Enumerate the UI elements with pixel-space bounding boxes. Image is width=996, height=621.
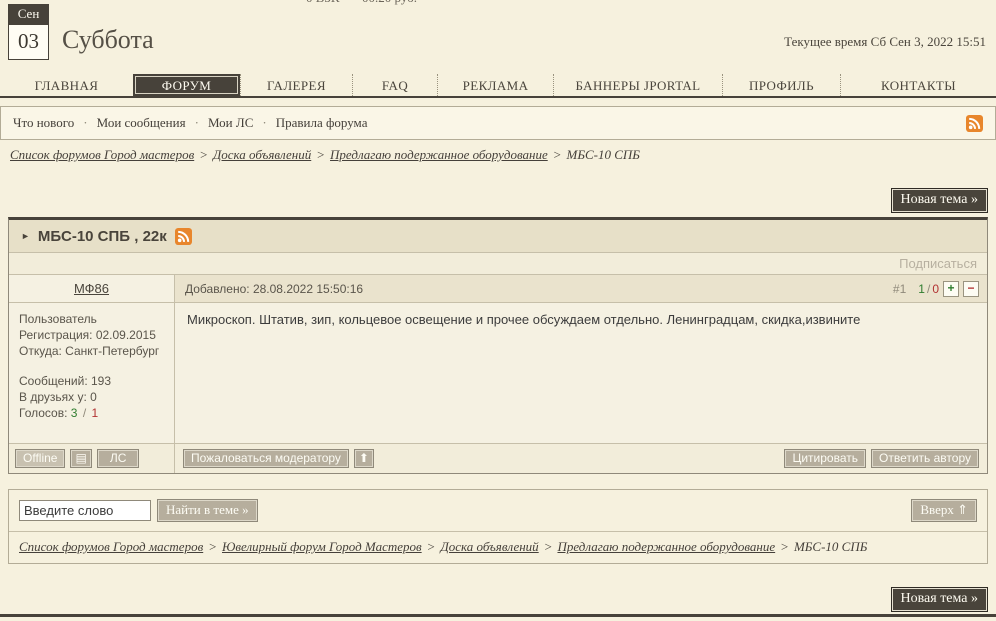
rating-negative: 0	[932, 282, 939, 296]
nav-item-glavnaya[interactable]: ГЛАВНАЯ	[0, 74, 133, 96]
post-author-cell: МФ86	[9, 275, 175, 303]
reply-author-button[interactable]: Ответить автору	[871, 449, 979, 468]
clipped-topbar: 0 ВЗК 00.20 руб.	[0, 0, 996, 7]
topic-rss-icon[interactable]	[175, 228, 192, 245]
topbar-left-fragment: 0 ВЗК	[306, 0, 340, 6]
find-in-topic-button[interactable]: Найти в теме »	[157, 499, 258, 522]
vote-plus-button[interactable]: +	[943, 281, 959, 297]
go-up-button[interactable]: Вверх ⇑	[911, 499, 977, 522]
calendar-widget: Сен 03	[8, 4, 49, 60]
breadcrumb-link-board[interactable]: Доска объявлений	[440, 539, 538, 554]
topic-marker-icon: ►	[21, 231, 30, 241]
nav-item-faq[interactable]: FAQ	[352, 74, 437, 96]
footer-divider	[0, 614, 996, 617]
breadcrumb-current: МБС-10 СПБ	[567, 147, 640, 162]
new-topic-button-bottom[interactable]: Новая тема »	[891, 587, 989, 612]
nav-item-bannery[interactable]: БАННЕРЫ JPORTAL	[553, 74, 722, 96]
new-topic-button[interactable]: Новая тема »	[891, 188, 989, 213]
breadcrumb-separator: >	[427, 539, 436, 554]
subnav-bar: Что нового · Мои сообщения · Мои ЛС · Пр…	[0, 106, 996, 140]
subnav-separator: ·	[195, 115, 199, 131]
breadcrumb-separator: >	[208, 539, 217, 554]
user-group: Пользователь	[19, 311, 164, 327]
breadcrumb-current: МБС-10 СПБ	[794, 539, 867, 554]
post-footer-left: Offline ▤ ЛС	[9, 443, 175, 473]
quote-button[interactable]: Цитировать	[784, 449, 866, 468]
breadcrumb-link-used-equipment[interactable]: Предлагаю подержанное оборудование	[330, 147, 548, 162]
author-link[interactable]: МФ86	[74, 281, 109, 296]
weekday-heading: Суббота	[62, 25, 154, 55]
nav-item-profil[interactable]: ПРОФИЛЬ	[722, 74, 840, 96]
post-footer-right: Пожаловаться модератору ⬆ Цитировать Отв…	[175, 443, 987, 473]
topbar-right-fragment: 00.20 руб.	[362, 0, 417, 6]
pm-button[interactable]: ЛС	[97, 449, 140, 468]
breadcrumb-separator: >	[544, 539, 553, 554]
report-to-moderator-button[interactable]: Пожаловаться модератору	[183, 449, 349, 468]
breadcrumb-link-used-equipment[interactable]: Предлагаю подержанное оборудование	[557, 539, 775, 554]
subnav-link-my-pm[interactable]: Мои ЛС	[208, 115, 253, 131]
calendar-month: Сен	[8, 4, 49, 25]
topic-header: ► МБС-10 СПБ , 22к	[9, 220, 987, 252]
rating-separator: /	[927, 282, 930, 296]
search-input[interactable]	[19, 500, 151, 521]
nav-item-galereya[interactable]: ГАЛЕРЕЯ	[240, 74, 352, 96]
main-nav: ГЛАВНАЯ ФОРУМ ГАЛЕРЕЯ FAQ РЕКЛАМА БАННЕР…	[0, 74, 996, 98]
rss-icon[interactable]	[966, 115, 983, 132]
breadcrumb-link-board[interactable]: Доска объявлений	[213, 147, 311, 162]
topic-panel: ► МБС-10 СПБ , 22к Подписаться МФ86 Доба…	[8, 217, 988, 474]
topic-title: МБС-10 СПБ , 22к	[38, 228, 167, 245]
post-body: Микроскоп. Штатив, зип, кольцевое освеще…	[175, 303, 987, 443]
subnav-separator: ·	[83, 115, 87, 131]
subscribe-row: Подписаться	[9, 252, 987, 274]
vote-minus-button[interactable]: −	[963, 281, 979, 297]
posts-icon: ▤	[75, 451, 86, 465]
breadcrumb-separator: >	[780, 539, 789, 554]
scroll-top-icon-button[interactable]: ⬆	[354, 449, 374, 468]
subscribe-link[interactable]: Подписаться	[899, 256, 977, 271]
up-arrow-icon: ⬆	[359, 451, 369, 465]
user-friends-count: В друзьях у: 0	[19, 389, 164, 405]
post-rating: 1/0	[918, 282, 939, 296]
subnav-link-my-posts[interactable]: Мои сообщения	[97, 115, 186, 131]
breadcrumb-separator: >	[316, 147, 325, 162]
votes-label: Голосов:	[19, 406, 67, 420]
subnav-link-forum-rules[interactable]: Правила форума	[276, 115, 368, 131]
offline-status-button[interactable]: Offline	[15, 449, 65, 468]
nav-item-forum[interactable]: ФОРУМ	[133, 74, 240, 96]
nav-item-kontakty[interactable]: КОНТАКТЫ	[840, 74, 996, 96]
rating-positive: 1	[918, 282, 925, 296]
user-registration: Регистрация: 02.09.2015	[19, 327, 164, 343]
breadcrumb-bottom: Список форумов Город мастеров > Ювелирный …	[9, 539, 987, 555]
user-votes: Голосов: 3 / 1	[19, 405, 164, 421]
breadcrumb-link-forum-list[interactable]: Список форумов Город мастеров	[19, 539, 203, 554]
votes-separator: /	[83, 406, 86, 420]
search-row: Найти в теме » Вверх ⇑	[9, 490, 987, 531]
breadcrumb-separator: >	[553, 147, 562, 162]
votes-positive: 3	[71, 406, 78, 420]
post: МФ86 Добавлено: 28.08.2022 15:50:16 #1 1…	[9, 274, 987, 473]
user-message-count: Сообщений: 193	[19, 373, 164, 389]
breadcrumb-separator: >	[199, 147, 208, 162]
bottom-breadcrumb-row: Список форумов Город мастеров > Ювелирный …	[9, 531, 987, 563]
subnav-link-whats-new[interactable]: Что нового	[13, 115, 74, 131]
subnav-separator: ·	[262, 115, 266, 131]
breadcrumb: Список форумов Город мастеров > Доска объя…	[10, 147, 640, 163]
nav-item-reklama[interactable]: РЕКЛАМА	[437, 74, 553, 96]
breadcrumb-link-jewelry-forum[interactable]: Ювелирный форум Город Мастеров	[222, 539, 422, 554]
topic-tools-panel: Найти в теме » Вверх ⇑ Список форумов Го…	[8, 489, 988, 564]
post-added-timestamp: Добавлено: 28.08.2022 15:50:16	[185, 282, 363, 296]
forum-page: 0 ВЗК 00.20 руб. Сен 03 Суббота Текущее …	[0, 0, 996, 621]
user-location: Откуда: Санкт-Петербург	[19, 343, 164, 359]
post-number: #1	[893, 282, 906, 296]
breadcrumb-link-forum-list[interactable]: Список форумов Город мастеров	[10, 147, 194, 162]
votes-negative: 1	[92, 406, 99, 420]
post-header-cell: Добавлено: 28.08.2022 15:50:16 #1 1/0 + …	[175, 275, 987, 303]
user-info-cell: Пользователь Регистрация: 02.09.2015 Отк…	[9, 303, 175, 443]
current-time: Текущее время Сб Сен 3, 2022 15:51	[784, 34, 986, 50]
user-info-gap	[19, 359, 164, 373]
user-posts-icon-button[interactable]: ▤	[70, 449, 91, 468]
calendar-day: 03	[8, 25, 49, 60]
